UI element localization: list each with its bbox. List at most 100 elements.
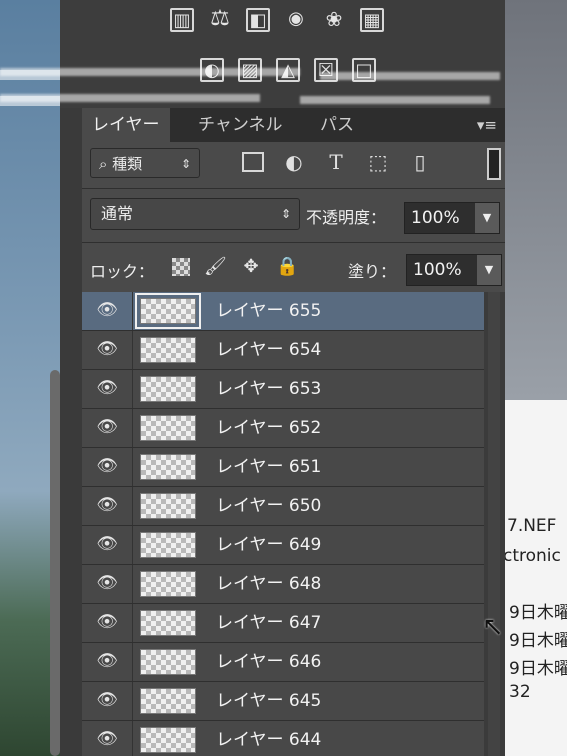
- layer-name: レイヤー 653: [216, 379, 322, 399]
- fill-label: 塗り：: [348, 262, 397, 281]
- bg-text-line: ctronic: [503, 546, 561, 566]
- eye-icon[interactable]: 👁: [94, 339, 120, 359]
- eye-icon[interactable]: 👁: [94, 495, 120, 515]
- layer-thumbnail[interactable]: [140, 727, 196, 753]
- layer-thumbnail[interactable]: [140, 493, 196, 519]
- fill-input[interactable]: 100% ▼: [406, 254, 502, 286]
- eye-icon[interactable]: 👁: [94, 690, 120, 710]
- shape-icon[interactable]: ⬚: [366, 150, 390, 174]
- bg-text-line: 7.NEF: [507, 516, 557, 536]
- layer-thumbnail[interactable]: [140, 415, 196, 441]
- layer-name: レイヤー 651: [216, 457, 322, 477]
- brush-icon[interactable]: 🖌: [204, 256, 227, 278]
- adjustment-icon[interactable]: ◐: [282, 150, 306, 174]
- outer-scrollbar[interactable]: [50, 370, 60, 756]
- filter-icons: ◐ T ⬚ ▯: [242, 150, 432, 174]
- layer-thumbnail[interactable]: [140, 376, 196, 402]
- bg-text-line: 32: [509, 682, 531, 702]
- layer-row[interactable]: 👁 レイヤー 652: [82, 409, 484, 448]
- eye-icon[interactable]: 👁: [94, 729, 120, 749]
- layer-row[interactable]: 👁 レイヤー 647: [82, 604, 484, 643]
- exposure-icon[interactable]: ◧: [246, 8, 270, 32]
- eye-icon[interactable]: 👁: [94, 300, 120, 320]
- layer-thumbnail[interactable]: [140, 688, 196, 714]
- eye-icon[interactable]: 👁: [94, 612, 120, 632]
- opacity-label: 不透明度：: [306, 208, 387, 227]
- layer-name: レイヤー 646: [216, 652, 322, 672]
- tab-paths[interactable]: パス: [310, 108, 364, 142]
- layer-row[interactable]: 👁 レイヤー 651: [82, 448, 484, 487]
- panel-menu-icon[interactable]: ▾≡: [477, 116, 497, 134]
- divider: [132, 292, 133, 330]
- divider: [132, 682, 133, 720]
- layer-row[interactable]: 👁 レイヤー 646: [82, 643, 484, 682]
- divider: [82, 242, 505, 243]
- layer-row[interactable]: 👁 レイヤー 649: [82, 526, 484, 565]
- layer-name: レイヤー 652: [216, 418, 322, 438]
- eye-icon[interactable]: 👁: [94, 456, 120, 476]
- scrollbar-thumb[interactable]: [488, 292, 500, 756]
- layer-row[interactable]: 👁 レイヤー 653: [82, 370, 484, 409]
- opacity-input[interactable]: 100% ▼: [404, 202, 500, 234]
- tab-channels[interactable]: チャンネル: [188, 108, 293, 142]
- layers-panel: ▥ ⚖ ◧ ◉ ❀ ▦ ◐ ▨ ◭ ☒ □ レイヤー チャンネル パス ▾≡ ⌕…: [0, 0, 505, 756]
- layer-row[interactable]: 👁 レイヤー 645: [82, 682, 484, 721]
- layer-row[interactable]: 👁 レイヤー 655: [82, 292, 484, 331]
- layer-row[interactable]: 👁 レイヤー 644: [82, 721, 484, 756]
- layer-list-scrollbar[interactable]: [484, 292, 505, 756]
- layer-row[interactable]: 👁 レイヤー 648: [82, 565, 484, 604]
- divider: [82, 188, 505, 189]
- panel-tabs: レイヤー チャンネル パス ▾≡: [82, 108, 505, 142]
- lock-transparency-icon[interactable]: [172, 258, 190, 276]
- camera-icon[interactable]: ◉: [284, 8, 308, 32]
- layer-name: レイヤー 647: [216, 613, 322, 633]
- channel-mixer-icon[interactable]: ❀: [322, 8, 346, 32]
- chevron-down-icon[interactable]: ▼: [475, 203, 499, 233]
- layer-row[interactable]: 👁 レイヤー 654: [82, 331, 484, 370]
- lock-label: ロック：: [90, 262, 155, 281]
- filter-kind-label: 種類: [112, 155, 143, 173]
- layer-name: レイヤー 654: [216, 340, 322, 360]
- move-icon[interactable]: ✥: [240, 256, 262, 278]
- layer-name: レイヤー 650: [216, 496, 322, 516]
- balance-icon[interactable]: ⚖: [208, 8, 232, 32]
- layer-thumbnail[interactable]: [140, 454, 196, 480]
- eye-icon[interactable]: 👁: [94, 417, 120, 437]
- divider: [132, 565, 133, 603]
- mouse-cursor-icon: ↖: [482, 612, 504, 642]
- type-icon[interactable]: T: [324, 150, 348, 174]
- layer-thumbnail[interactable]: [140, 337, 196, 363]
- levels-icon[interactable]: ▥: [170, 8, 194, 32]
- smart-object-icon[interactable]: ▯: [408, 150, 432, 174]
- select-arrows-icon: ⇕: [280, 207, 291, 221]
- background-window-top: [505, 0, 567, 400]
- blend-mode-value: 通常: [101, 204, 134, 223]
- layer-thumbnail[interactable]: [140, 571, 196, 597]
- layer-list: 👁 レイヤー 655 👁 レイヤー 654 👁 レイヤー 653 👁 レイヤー 652 👁 レイヤ…: [82, 292, 484, 756]
- screen-glare: [320, 72, 500, 80]
- layer-thumbnail[interactable]: [140, 610, 196, 636]
- adjustments-panel: ▥ ⚖ ◧ ◉ ❀ ▦ ◐ ▨ ◭ ☒ □: [60, 0, 505, 108]
- layer-thumbnail[interactable]: [135, 293, 201, 329]
- eye-icon[interactable]: 👁: [94, 534, 120, 554]
- blend-mode-select[interactable]: 通常 ⇕: [90, 198, 300, 230]
- filter-kind-select[interactable]: ⌕ 種類 ⇕: [90, 148, 200, 178]
- eye-icon[interactable]: 👁: [94, 378, 120, 398]
- divider: [132, 448, 133, 486]
- fill-value: 100%: [413, 260, 462, 280]
- divider: [132, 604, 133, 642]
- layer-thumbnail[interactable]: [140, 649, 196, 675]
- layer-thumbnail[interactable]: [140, 532, 196, 558]
- image-icon[interactable]: [242, 152, 264, 172]
- tab-layers[interactable]: レイヤー: [82, 108, 170, 142]
- eye-icon[interactable]: 👁: [94, 573, 120, 593]
- eye-icon[interactable]: 👁: [94, 651, 120, 671]
- divider: [132, 487, 133, 525]
- bg-text-line: 9日木曜: [509, 603, 567, 623]
- filter-toggle[interactable]: [487, 148, 501, 180]
- layer-row[interactable]: 👁 レイヤー 650: [82, 487, 484, 526]
- chevron-down-icon[interactable]: ▼: [477, 255, 501, 285]
- lock-icon[interactable]: 🔒: [276, 256, 298, 278]
- lookup-grid-icon[interactable]: ▦: [360, 8, 384, 32]
- background-window-content: 7.NEF ctronic 9日木曜 9日木曜 9日木曜 32: [503, 400, 567, 756]
